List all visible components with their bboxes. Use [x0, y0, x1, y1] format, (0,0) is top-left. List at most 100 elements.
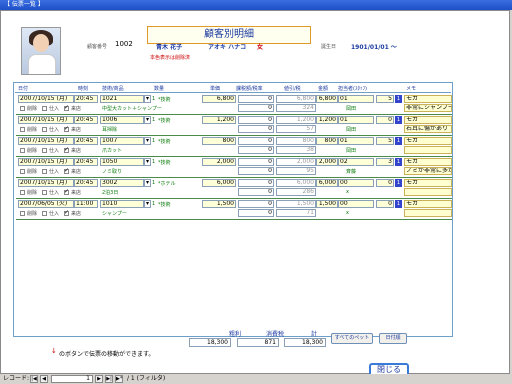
row-price[interactable]: 1,200 [202, 116, 236, 124]
table-row[interactable]: 2007/10/15 (月) 20:45 1021 ▾ 1 *技術 6,800 … [16, 95, 452, 115]
row-count[interactable]: 0 [376, 179, 394, 187]
row-memo2[interactable]: 右耳に傷があり [404, 125, 452, 133]
row-amount[interactable]: 1,200 [316, 116, 338, 124]
row-amount[interactable]: 1,500 [316, 200, 338, 208]
row-memo1[interactable]: モカ [404, 137, 452, 145]
row-select-button[interactable]: 1 [395, 200, 402, 208]
stock-checkbox[interactable] [42, 190, 47, 195]
row-disc[interactable]: 0 [238, 116, 274, 124]
current-record-field[interactable]: 1 [51, 375, 93, 383]
row-disc2[interactable]: 0 [238, 125, 274, 133]
row-disc2[interactable]: 0 [238, 104, 274, 112]
deleted-checkbox[interactable] [20, 106, 25, 111]
row-amount[interactable]: 800 [316, 137, 338, 145]
row-staff-code[interactable]: 01 [338, 95, 374, 103]
row-memo2[interactable]: ノミが非常に多か [404, 167, 452, 175]
table-row[interactable]: 2007/10/15 (月) 20:45 1050 ▾ 1 *技術 2,000 … [16, 158, 452, 178]
row-code-dropdown[interactable]: ▾ [144, 158, 151, 166]
row-select-button[interactable]: 1 [395, 137, 402, 145]
visit-checkbox[interactable] [64, 167, 69, 174]
row-amount[interactable]: 2,000 [316, 158, 338, 166]
row-disc[interactable]: 0 [238, 179, 274, 187]
new-record-button[interactable]: ▶* [115, 375, 123, 383]
row-memo1[interactable]: モカ [404, 179, 452, 187]
next-record-button[interactable]: ▶ [95, 375, 103, 383]
row-code-dropdown[interactable]: ▾ [144, 200, 151, 208]
row-memo2[interactable] [404, 146, 452, 154]
row-time[interactable]: 20:45 [74, 158, 98, 166]
stock-checkbox[interactable] [42, 169, 47, 174]
row-staff-code[interactable]: 00 [338, 179, 374, 187]
visit-checkbox[interactable] [64, 188, 69, 195]
stock-checkbox[interactable] [42, 106, 47, 111]
row-disc2[interactable]: 0 [238, 146, 274, 154]
row-memo2[interactable] [404, 188, 452, 196]
row-disc2[interactable]: 0 [238, 209, 274, 217]
stock-checkbox[interactable] [42, 211, 47, 216]
row-disc[interactable]: 0 [238, 95, 274, 103]
row-memo1[interactable]: モカ [404, 200, 452, 208]
table-row[interactable]: 2007/06/05 (火) 11:00 1010 ▾ 1 *技術 1,500 … [16, 200, 452, 220]
row-count[interactable]: 0 [376, 200, 394, 208]
row-code[interactable]: 1021 [100, 95, 144, 103]
row-staff-code[interactable]: 02 [338, 158, 374, 166]
row-code-dropdown[interactable]: ▾ [144, 179, 151, 187]
row-time[interactable]: 20:45 [74, 116, 98, 124]
row-code[interactable]: 1010 [100, 200, 144, 208]
deleted-checkbox[interactable] [20, 190, 25, 195]
deleted-checkbox[interactable] [20, 148, 25, 153]
row-code[interactable]: 3002 [100, 179, 144, 187]
row-code-dropdown[interactable]: ▾ [144, 137, 151, 145]
row-date[interactable]: 2007/10/15 (月) [18, 116, 74, 124]
row-staff-code[interactable]: 00 [338, 200, 374, 208]
row-count[interactable]: 0 [376, 116, 394, 124]
row-memo2[interactable] [404, 209, 452, 217]
row-price[interactable]: 6,800 [202, 95, 236, 103]
visit-checkbox[interactable] [64, 104, 69, 111]
row-memo1[interactable]: モカ [404, 116, 452, 124]
row-date[interactable]: 2007/10/15 (月) [18, 95, 74, 103]
deleted-checkbox[interactable] [20, 169, 25, 174]
row-time[interactable]: 20:45 [74, 179, 98, 187]
row-price[interactable]: 1,500 [202, 200, 236, 208]
row-code-dropdown[interactable]: ▾ [144, 116, 151, 124]
table-row[interactable]: 2007/10/15 (月) 20:45 1007 ▾ 1 *技術 800 0 … [16, 137, 452, 157]
row-amount[interactable]: 6,000 [316, 179, 338, 187]
row-code[interactable]: 1006 [100, 116, 144, 124]
row-count[interactable]: 5 [376, 137, 394, 145]
row-code[interactable]: 1050 [100, 158, 144, 166]
table-row[interactable]: 2007/10/15 (月) 20:45 3002 ▾ 1 *ホテル 6,000… [16, 179, 452, 199]
visit-checkbox[interactable] [64, 209, 69, 216]
row-staff-code[interactable]: 01 [338, 116, 374, 124]
stock-checkbox[interactable] [42, 127, 47, 132]
row-time[interactable]: 11:00 [74, 200, 98, 208]
row-memo2[interactable]: 非常にシャンプー [404, 104, 452, 112]
row-disc[interactable]: 0 [238, 158, 274, 166]
row-price[interactable]: 800 [202, 137, 236, 145]
row-memo1[interactable]: モカ [404, 158, 452, 166]
prev-record-button[interactable]: ◀ [40, 375, 48, 383]
row-memo1[interactable]: モカ [404, 95, 452, 103]
row-date[interactable]: 2007/10/15 (月) [18, 158, 74, 166]
all-pets-button[interactable]: すべてのペット [331, 333, 373, 344]
row-date[interactable]: 2007/10/15 (月) [18, 179, 74, 187]
row-disc[interactable]: 0 [238, 137, 274, 145]
deleted-checkbox[interactable] [20, 211, 25, 216]
row-select-button[interactable]: 1 [395, 116, 402, 124]
row-disc2[interactable]: 0 [238, 188, 274, 196]
row-disc[interactable]: 0 [238, 200, 274, 208]
row-time[interactable]: 20:45 [74, 137, 98, 145]
row-amount[interactable]: 6,800 [316, 95, 338, 103]
deleted-checkbox[interactable] [20, 127, 25, 132]
row-disc2[interactable]: 0 [238, 167, 274, 175]
row-date[interactable]: 2007/06/05 (火) [18, 200, 74, 208]
row-code-dropdown[interactable]: ▾ [144, 95, 151, 103]
row-select-button[interactable]: 1 [395, 95, 402, 103]
last-record-button[interactable]: ▶| [105, 375, 113, 383]
table-row[interactable]: 2007/10/15 (月) 20:45 1006 ▾ 1 *技術 1,200 … [16, 116, 452, 136]
row-time[interactable]: 20:45 [74, 95, 98, 103]
row-code[interactable]: 1007 [100, 137, 144, 145]
stock-checkbox[interactable] [42, 148, 47, 153]
visit-checkbox[interactable] [64, 125, 69, 132]
row-select-button[interactable]: 1 [395, 158, 402, 166]
